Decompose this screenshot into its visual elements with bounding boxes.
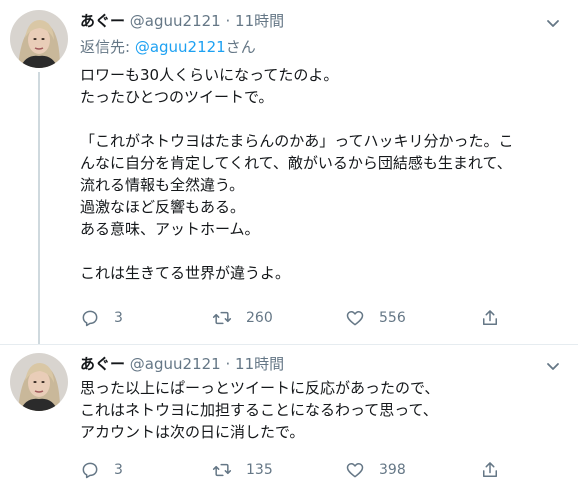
reply-icon [82,310,98,327]
avatar[interactable] [10,10,68,68]
share-icon [483,310,497,325]
like-count: 398 [379,462,406,478]
tweet-line: 思った以上にぱーっとツイートに反応があったので、 [80,379,440,397]
tweet-line: 「これがネトウヨはたまらんのかあ」ってハッキリ分かった。こ [80,132,514,150]
reply-to-link[interactable]: @aguu2121 [135,38,226,56]
reply-button[interactable]: 3 [80,306,123,330]
tweet-2[interactable]: あぐー @aguu2121 · 11時間 思った以上にぱーっとツイートに反応があ… [0,345,578,492]
chevron-down-icon[interactable] [544,357,562,375]
display-name[interactable]: あぐー [80,12,125,30]
retweet-count: 135 [246,462,273,478]
tweet-line: 過激なほど反響もある。 [80,198,246,216]
thread-line [38,72,40,345]
reply-to-prefix: 返信先: [80,38,135,56]
tweet-line: 流れる情報も全然違う。 [80,176,245,194]
tweet-header: あぐー @aguu2121 · 11時間 [80,353,284,375]
timestamp[interactable]: 11時間 [235,355,284,373]
like-button[interactable]: 398 [345,458,406,482]
share-icon [483,462,497,477]
like-count: 556 [379,310,406,326]
reply-button[interactable]: 3 [80,458,123,482]
retweet-count: 260 [246,310,273,326]
tweet-text: ロワーも30人くらいになってたのよ。 たったひとつのツイートで。 「これがネトウ… [80,64,570,284]
avatar[interactable] [10,353,68,411]
tweet-line: これはネトウヨに加担することになるわって思って、 [80,401,438,419]
user-handle[interactable]: @aguu2121 [130,355,221,373]
reply-count: 3 [114,310,123,326]
tweet-actions: 3 135 398 [80,458,510,482]
share-button[interactable] [480,458,500,482]
heart-icon [346,463,364,478]
display-name[interactable]: あぐー [80,355,125,373]
tweet-line: んなに自分を肯定してくれて、敵がいるから団結感も生まれて、 [80,154,512,172]
separator: · [225,12,231,30]
reply-to: 返信先: @aguu2121さん [80,36,256,58]
retweet-button[interactable]: 260 [212,306,273,330]
reply-count: 3 [114,462,123,478]
retweet-icon [212,463,232,477]
like-button[interactable]: 556 [345,306,406,330]
chevron-down-icon[interactable] [544,14,562,32]
tweet-line: ロワーも30人くらいになってたのよ。 [80,66,339,84]
separator: · [225,355,231,373]
timestamp[interactable]: 11時間 [235,12,284,30]
share-button[interactable] [480,306,500,330]
tweet-line: アカウントは次の日に消したで。 [80,423,305,441]
tweet-line: ある意味、アットホーム。 [80,220,260,238]
retweet-button[interactable]: 135 [212,458,273,482]
tweet-actions: 3 260 556 [80,306,510,330]
tweet-text: 思った以上にぱーっとツイートに反応があったので、 これはネトウヨに加担することに… [80,377,570,443]
user-handle[interactable]: @aguu2121 [130,12,221,30]
tweet-header: あぐー @aguu2121 · 11時間 [80,10,284,32]
reply-icon [82,462,98,479]
tweet-line: これは生きてる世界が違うよ。 [80,264,291,282]
retweet-icon [212,311,232,325]
tweet-line: たったひとつのツイートで。 [80,88,274,106]
reply-to-suffix: さん [225,38,256,56]
tweet-1[interactable]: あぐー @aguu2121 · 11時間 返信先: @aguu2121さん ロワ… [0,0,578,345]
heart-icon [346,311,364,326]
